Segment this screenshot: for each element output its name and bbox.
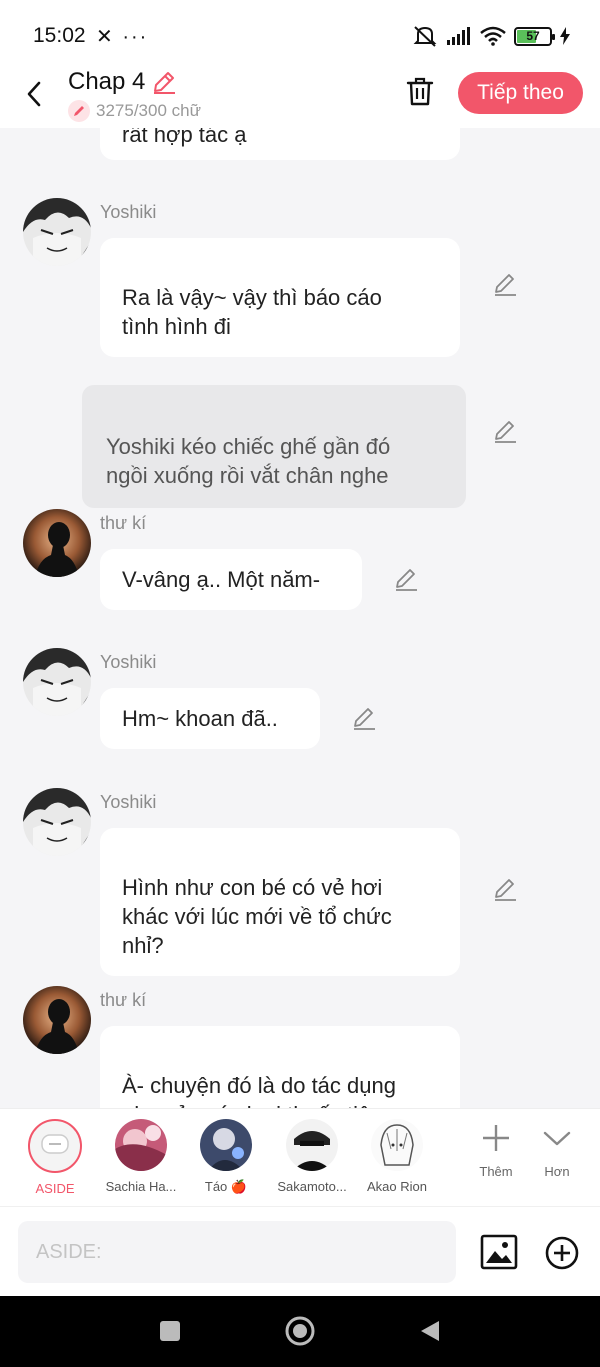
aside-message: Yoshiki kéo chiếc ghế gần đó ngồi xuống … [0,385,600,508]
home-button[interactable] [283,1314,317,1348]
edit-message-icon[interactable] [351,705,377,731]
battery-icon: 57 [514,26,555,46]
aside-bubble[interactable]: Yoshiki kéo chiếc ghế gần đó ngồi xuống … [82,385,466,508]
signal-icon [447,27,470,45]
wifi-icon [480,26,506,46]
add-character-button[interactable]: Thêm [471,1123,521,1179]
character-label: Táo 🍎 [204,1179,248,1194]
image-icon[interactable] [480,1233,518,1271]
status-time: 15:02 [33,24,86,47]
back-button[interactable] [18,74,50,114]
message-bubble-fragment[interactable]: rất hợp tác ạ [100,128,460,160]
character-akao-rion[interactable]: Akao Rion [354,1119,440,1194]
message-bubble[interactable]: V-vâng ạ.. Một năm- [100,549,362,610]
avatar-yoshiki[interactable] [23,788,91,856]
character-avatar [286,1119,338,1171]
message-input[interactable] [18,1221,456,1283]
notification-icons: ✕ ··· [96,26,149,48]
home-circle-icon [285,1316,315,1346]
system-nav-bar [0,1296,600,1367]
chat-area[interactable]: rất hợp tác ạ Yoshiki Ra là vậy~ vậy thì… [0,128,600,1108]
message-text: Hình như con bé có vẻ hơi khác với lúc m… [122,875,392,958]
message-text: À- chuyện đó là do tác dụng phụ của các … [122,1073,396,1108]
message-bubble[interactable]: Ra là vậy~ vậy thì báo cáo tình hình đi [100,238,460,357]
message-bubble[interactable]: Hình như con bé có vẻ hơi khác với lúc m… [100,828,460,976]
battery-level: 57 [526,28,540,43]
character-label: Sakamoto... [277,1179,347,1194]
speaker-name: thư kí [100,990,147,1010]
title-row[interactable]: Chap 4 [68,68,177,96]
delete-button[interactable] [402,74,438,110]
chat-message: thư kí À- chuyện đó là do tác dụng phụ c… [0,986,600,1108]
recent-apps-button[interactable] [153,1314,187,1348]
message-text: Ra là vậy~ vậy thì báo cáo tình hình đi [122,285,382,339]
edit-message-icon[interactable] [492,876,518,902]
chat-bubble-icon [41,1134,69,1154]
chevron-down-icon [543,1131,571,1146]
character-sachia[interactable]: Sachia Ha... [98,1119,184,1194]
message-text: Hm~ khoan đã.. [122,706,278,731]
add-label: Thêm [479,1164,513,1179]
more-button[interactable]: Hơn [532,1123,582,1179]
status-right-icons: 57 [412,24,570,48]
page-title[interactable]: Chap 4 [68,68,145,96]
square-icon [160,1321,180,1341]
character-label: Akao Rion [367,1179,427,1194]
speaker-name: Yoshiki [100,652,157,672]
character-sakamoto[interactable]: Sakamoto... [269,1119,355,1194]
speaker-name: thư kí [100,513,147,533]
chat-message: Yoshiki Hình như con bé có vẻ hơi khác v… [0,788,600,976]
speaker-name: Yoshiki [100,792,157,812]
character-avatar [371,1119,423,1171]
aside-text: Yoshiki kéo chiếc ghế gần đó ngồi xuống … [106,434,391,488]
add-circle-icon[interactable] [544,1235,580,1271]
avatar-yoshiki[interactable] [23,198,91,266]
input-bar [0,1206,600,1296]
trash-icon [406,77,434,106]
message-bubble[interactable]: À- chuyện đó là do tác dụng phụ của các … [100,1026,460,1108]
aside-avatar [28,1119,82,1173]
character-aside[interactable]: ASIDE [12,1119,98,1196]
avatar-silhouette[interactable] [23,986,91,1054]
chevron-left-icon [27,81,41,107]
pen-icon [68,100,90,122]
character-selector: ASIDE Sachia Ha... Táo 🍎 Sakamoto... Aka… [0,1108,600,1206]
chat-message: thư kí V-vâng ạ.. Một năm- [0,509,600,619]
character-tao[interactable]: Táo 🍎 [183,1119,269,1195]
chat-message: Yoshiki Ra là vậy~ vậy thì báo cáo tình … [0,198,600,357]
message-bubble[interactable]: Hm~ khoan đã.. [100,688,320,749]
edit-title-icon[interactable] [151,69,177,95]
word-count: 3275/300 chữ [96,101,201,120]
plus-icon [483,1125,509,1151]
next-button[interactable]: Tiếp theo [458,72,583,114]
character-avatar [115,1119,167,1171]
edit-message-icon[interactable] [492,271,518,297]
avatar-silhouette[interactable] [23,509,91,577]
message-text: V-vâng ạ.. Một năm- [122,567,321,592]
triangle-back-icon [421,1321,439,1341]
character-avatar [200,1119,252,1171]
edit-message-icon[interactable] [492,418,518,444]
word-count-row: 3275/300 chữ [68,100,201,122]
character-label: Sachia Ha... [105,1179,177,1194]
more-label: Hơn [544,1164,570,1179]
chat-message: Yoshiki Hm~ khoan đã.. [0,648,600,758]
mute-icon [413,26,437,47]
status-bar: 15:02 ✕ ··· 57 [0,0,600,62]
avatar-yoshiki[interactable] [23,648,91,716]
speaker-name: Yoshiki [100,202,157,222]
edit-message-icon[interactable] [393,566,419,592]
charging-icon [560,27,570,45]
character-label: ASIDE [35,1181,75,1196]
message-text: rất hợp tác ạ [122,128,247,147]
back-nav-button[interactable] [413,1314,447,1348]
header: Chap 4 3275/300 chữ Tiếp theo [0,62,600,128]
